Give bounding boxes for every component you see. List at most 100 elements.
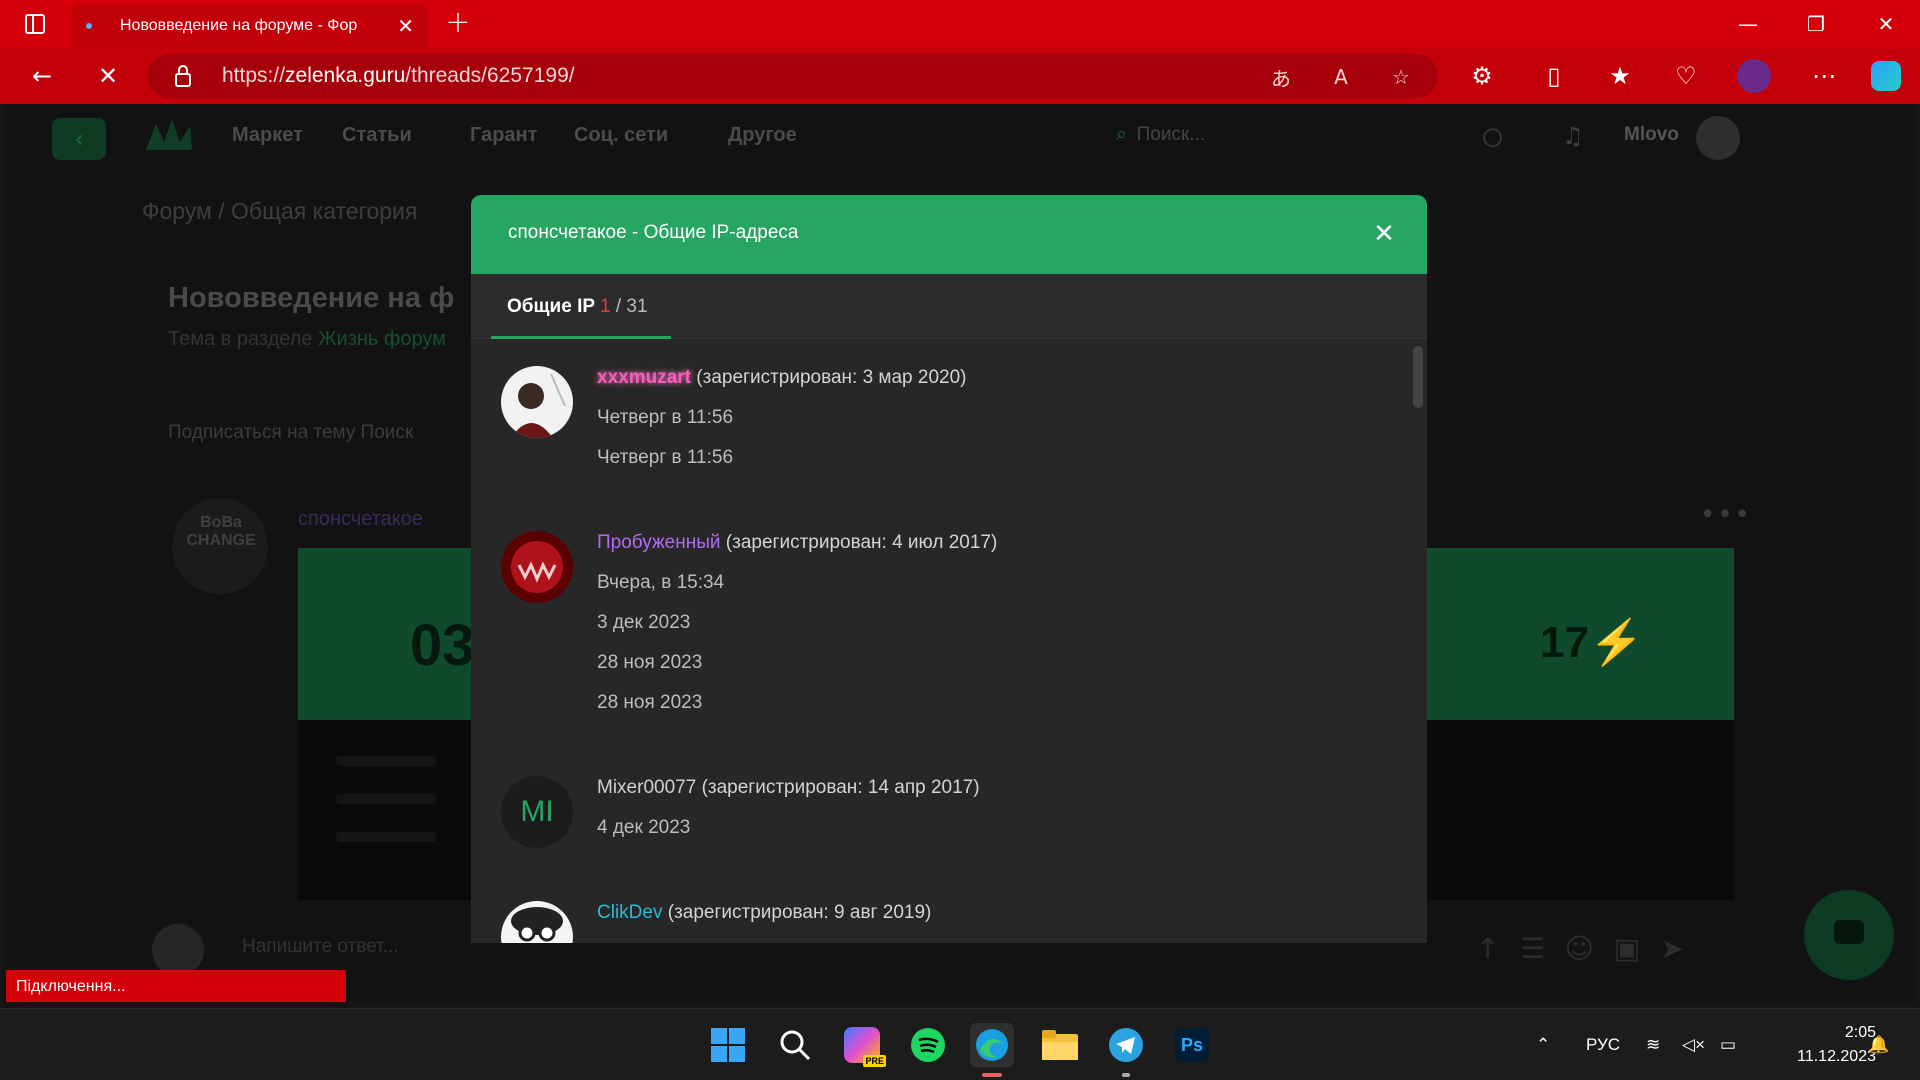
- post-menu-icon[interactable]: •••: [1700, 500, 1752, 530]
- shared-ip-modal: спонсчетакое - Общие IP-адреса ✕ Общие I…: [471, 195, 1427, 943]
- avatar-text: BoBa CHANGE: [186, 514, 256, 549]
- nav-guarant[interactable]: Гарант: [470, 124, 537, 147]
- avatar[interactable]: [501, 531, 573, 603]
- ip-date: Четверг в 11:56: [597, 407, 734, 428]
- modal-tabs: Общие IP 1 / 31: [471, 274, 1427, 339]
- more-menu-icon[interactable]: ⋯: [1804, 56, 1844, 96]
- site-nav: ‹ Маркет Статьи Гарант Соц. сети Другое …: [6, 104, 1914, 172]
- site-search[interactable]: ⌕ Поиск...: [1116, 124, 1205, 146]
- nav-avatar[interactable]: [1696, 116, 1740, 160]
- breadcrumb[interactable]: Форум / Общая категория: [142, 198, 417, 225]
- username-link[interactable]: ClikDev: [597, 902, 662, 923]
- reply-input[interactable]: Напишите ответ...: [242, 936, 398, 958]
- avatar[interactable]: MI: [501, 776, 573, 848]
- thread-subtitle: Тема в разделе Жизнь форум: [168, 328, 446, 350]
- split-screen-icon[interactable]: ▯: [1534, 56, 1574, 96]
- address-bar[interactable]: https://zelenka.guru/threads/6257199/ あ …: [148, 54, 1438, 98]
- tab-close-icon[interactable]: ✕: [397, 14, 414, 38]
- nav-username[interactable]: Mlovo: [1624, 124, 1679, 146]
- username-link[interactable]: Пробуженный: [597, 532, 721, 553]
- profile-avatar[interactable]: [1734, 56, 1774, 96]
- banner-right-text: 17⚡: [1540, 618, 1644, 667]
- avatar[interactable]: [501, 366, 573, 438]
- notification-bell-icon[interactable]: 🔔: [1868, 1035, 1889, 1055]
- battery-icon[interactable]: ▭: [1720, 1035, 1736, 1055]
- nav-articles[interactable]: Статьи: [342, 124, 412, 147]
- translate-icon[interactable]: あ: [1266, 62, 1296, 92]
- modal-scrollbar[interactable]: [1413, 346, 1423, 408]
- registered-text: (зарегистрирован: 14 апр 2017): [701, 777, 980, 798]
- ip-date: 28 ноя 2023: [597, 692, 703, 713]
- language-indicator[interactable]: РУС: [1586, 1035, 1620, 1055]
- photoshop-icon[interactable]: Ps: [1170, 1023, 1214, 1067]
- windows-start-icon[interactable]: [706, 1023, 750, 1067]
- chat-icon[interactable]: ○: [1482, 122, 1503, 150]
- site-logo[interactable]: [142, 116, 196, 158]
- banner-line: [336, 794, 436, 804]
- file-explorer-icon[interactable]: [1038, 1023, 1082, 1067]
- minimize-button[interactable]: —: [1714, 0, 1782, 48]
- banner-line: [336, 832, 436, 842]
- browser-essentials-icon[interactable]: ♡: [1666, 56, 1706, 96]
- close-icon[interactable]: ✕: [1367, 217, 1401, 251]
- username-link[interactable]: xxxmuzart: [597, 367, 691, 388]
- tray-overflow-icon[interactable]: ⌃: [1536, 1035, 1550, 1055]
- loading-icon: [86, 23, 92, 29]
- browser-toolbar: ← ✕ https://zelenka.guru/threads/6257199…: [0, 48, 1920, 104]
- browser-titlebar: Нововведение на форуме - Фор ✕ + — ❐ ✕: [0, 0, 1920, 48]
- ip-date: Четверг в 11:56: [597, 447, 734, 468]
- clock-time: 2:05: [1844, 1024, 1876, 1041]
- avatar-initials: MI: [520, 795, 554, 828]
- ip-date: 3 дек 2023: [597, 612, 691, 633]
- bell-icon[interactable]: ♫: [1562, 122, 1584, 150]
- avatar[interactable]: [501, 901, 573, 943]
- reply-tools-icons[interactable]: ↑☰☺▣➤: [1476, 932, 1704, 965]
- running-app-indicator: [1122, 1073, 1130, 1077]
- banner-left-text: 03: [410, 613, 475, 678]
- restore-button[interactable]: ❐: [1782, 0, 1850, 48]
- stop-loading-button[interactable]: ✕: [88, 56, 128, 96]
- volume-muted-icon[interactable]: ◁×: [1682, 1035, 1705, 1055]
- ip-date: 28 ноя 2023: [597, 652, 703, 673]
- read-aloud-icon[interactable]: A: [1326, 62, 1356, 92]
- favorites-icon[interactable]: ★: [1600, 56, 1640, 96]
- modal-title: спонсчетакое - Общие IP-адреса: [508, 222, 799, 243]
- favorite-star-icon[interactable]: ☆: [1386, 62, 1416, 92]
- username-link[interactable]: Mixer00077: [597, 777, 696, 798]
- back-button[interactable]: ←: [22, 56, 62, 96]
- telegram-icon[interactable]: [1104, 1023, 1148, 1067]
- new-tab-button[interactable]: +: [440, 8, 476, 40]
- close-window-button[interactable]: ✕: [1852, 0, 1920, 48]
- tab-title: Нововведение на форуме - Фор: [120, 17, 358, 34]
- chat-fab-button[interactable]: [1804, 890, 1894, 980]
- wifi-icon[interactable]: ≋: [1646, 1035, 1660, 1055]
- browser-tab[interactable]: Нововведение на форуме - Фор ✕: [72, 4, 428, 48]
- registered-text: (зарегистрирован: 4 июл 2017): [725, 532, 998, 553]
- spotify-icon[interactable]: [906, 1023, 950, 1067]
- search-icon: ⌕: [1116, 124, 1127, 145]
- thread-actions[interactable]: Подписаться на тему Поиск: [168, 422, 413, 444]
- tab-actions-icon[interactable]: [14, 8, 56, 40]
- edge-icon[interactable]: [970, 1023, 1014, 1067]
- post-author-name[interactable]: спонсчетакое: [298, 508, 423, 531]
- search-icon[interactable]: [773, 1023, 817, 1067]
- extensions-icon[interactable]: ⚙: [1462, 56, 1502, 96]
- registered-text: (зарегистрирован: 3 мар 2020): [696, 367, 967, 388]
- status-toast: Підключення...: [6, 970, 346, 1002]
- url-text[interactable]: https://zelenka.guru/threads/6257199/: [222, 64, 575, 88]
- modal-header: спонсчетакое - Общие IP-адреса ✕: [471, 195, 1427, 274]
- nav-market[interactable]: Маркет: [232, 124, 303, 147]
- tab-total-count: / 31: [615, 296, 648, 317]
- tab-shared-ip[interactable]: Общие IP 1 / 31: [491, 274, 671, 339]
- nav-social[interactable]: Соц. сети: [574, 124, 668, 147]
- ip-date: 4 дек 2023: [597, 817, 691, 838]
- nav-other[interactable]: Другое: [728, 124, 797, 147]
- copilot-pre-icon[interactable]: PRE: [840, 1023, 886, 1067]
- active-app-indicator: [982, 1073, 1002, 1077]
- copilot-icon[interactable]: [1866, 56, 1906, 96]
- clock[interactable]: 2:05 11.12.2023: [1764, 1021, 1876, 1069]
- tab-current-count: 1: [599, 296, 611, 317]
- back-arrow-icon[interactable]: ‹: [52, 118, 106, 160]
- lock-icon[interactable]: [174, 64, 192, 88]
- clock-date: 11.12.2023: [1797, 1048, 1876, 1065]
